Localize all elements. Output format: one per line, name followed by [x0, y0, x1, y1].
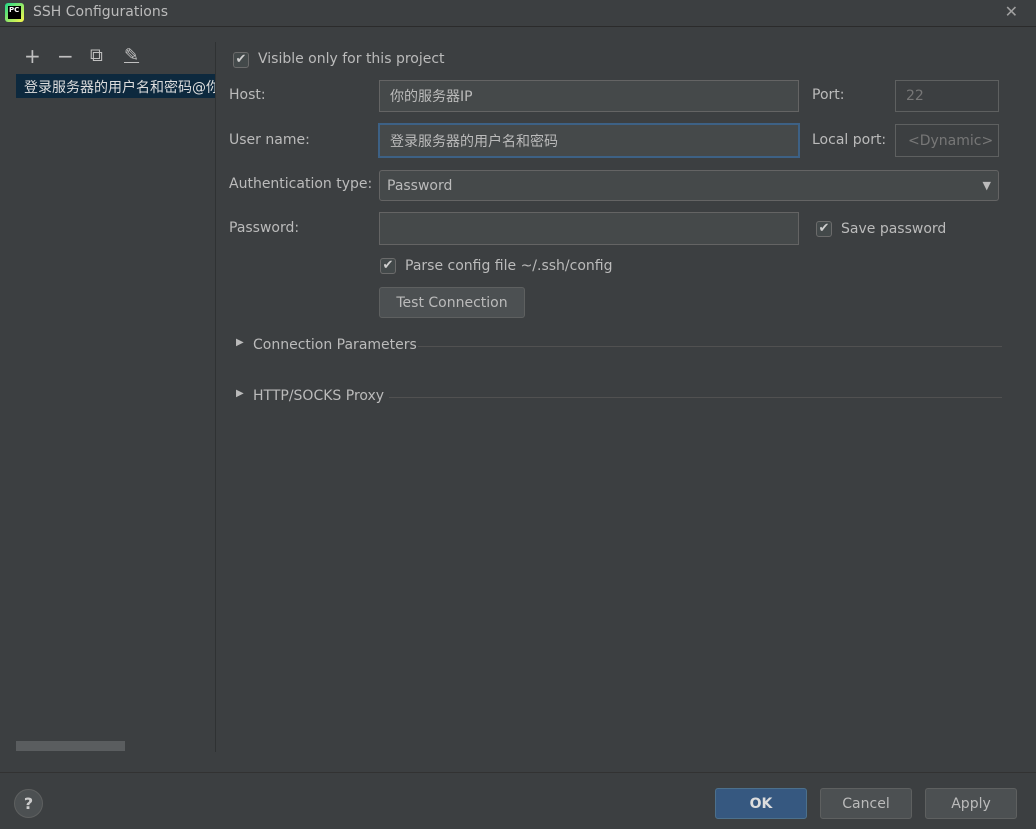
horizontal-scrollbar[interactable]	[16, 741, 125, 751]
port-input[interactable]: 22	[895, 80, 999, 112]
help-button[interactable]: ?	[14, 789, 43, 818]
save-password-checkbox[interactable]: ✔	[816, 221, 832, 237]
user-name-input[interactable]: 登录服务器的用户名和密码	[378, 123, 800, 158]
save-password-label: Save password	[841, 221, 947, 237]
divider	[0, 772, 1036, 773]
edit-icon[interactable]: ✎	[124, 45, 139, 67]
proxy-section[interactable]: HTTP/SOCKS Proxy	[253, 388, 384, 404]
parse-config-checkbox[interactable]: ✔	[380, 258, 396, 274]
host-label: Host:	[229, 87, 266, 103]
expand-arrow-icon[interactable]: ▶	[236, 388, 244, 399]
remove-icon[interactable]: −	[57, 45, 74, 67]
divider	[215, 42, 216, 752]
visible-only-checkbox[interactable]: ✔	[233, 52, 249, 68]
local-port-input[interactable]: <Dynamic>	[895, 124, 999, 157]
test-connection-button[interactable]: Test Connection	[379, 287, 525, 318]
auth-type-label: Authentication type:	[229, 176, 373, 192]
copy-icon[interactable]: ⧉	[90, 45, 103, 67]
window-title: SSH Configurations	[33, 4, 168, 20]
parse-config-label: Parse config file ~/.ssh/config	[405, 258, 613, 274]
host-input[interactable]: 你的服务器IP	[379, 80, 799, 112]
user-name-label: User name:	[229, 132, 310, 148]
cancel-button[interactable]: Cancel	[820, 788, 912, 819]
pycharm-logo-icon: PC	[5, 3, 24, 22]
close-icon[interactable]: ✕	[1005, 2, 1018, 21]
password-label: Password:	[229, 220, 300, 236]
ok-button[interactable]: OK	[715, 788, 807, 819]
visible-only-label: Visible only for this project	[258, 51, 445, 67]
divider	[389, 397, 1002, 398]
sidebar-item-config[interactable]: 登录服务器的用户名和密码@你的服务器IP	[16, 74, 215, 98]
local-port-label: Local port:	[812, 132, 887, 148]
chevron-down-icon: ▼	[982, 179, 991, 192]
password-input[interactable]	[379, 212, 799, 245]
divider	[418, 346, 1002, 347]
connection-parameters-section[interactable]: Connection Parameters	[253, 337, 417, 353]
apply-button[interactable]: Apply	[925, 788, 1017, 819]
auth-type-dropdown[interactable]: Password ▼	[379, 170, 999, 201]
expand-arrow-icon[interactable]: ▶	[236, 337, 244, 348]
add-icon[interactable]: +	[24, 45, 41, 67]
port-label: Port:	[812, 87, 845, 103]
title-bar: PC SSH Configurations ✕	[0, 0, 1036, 27]
